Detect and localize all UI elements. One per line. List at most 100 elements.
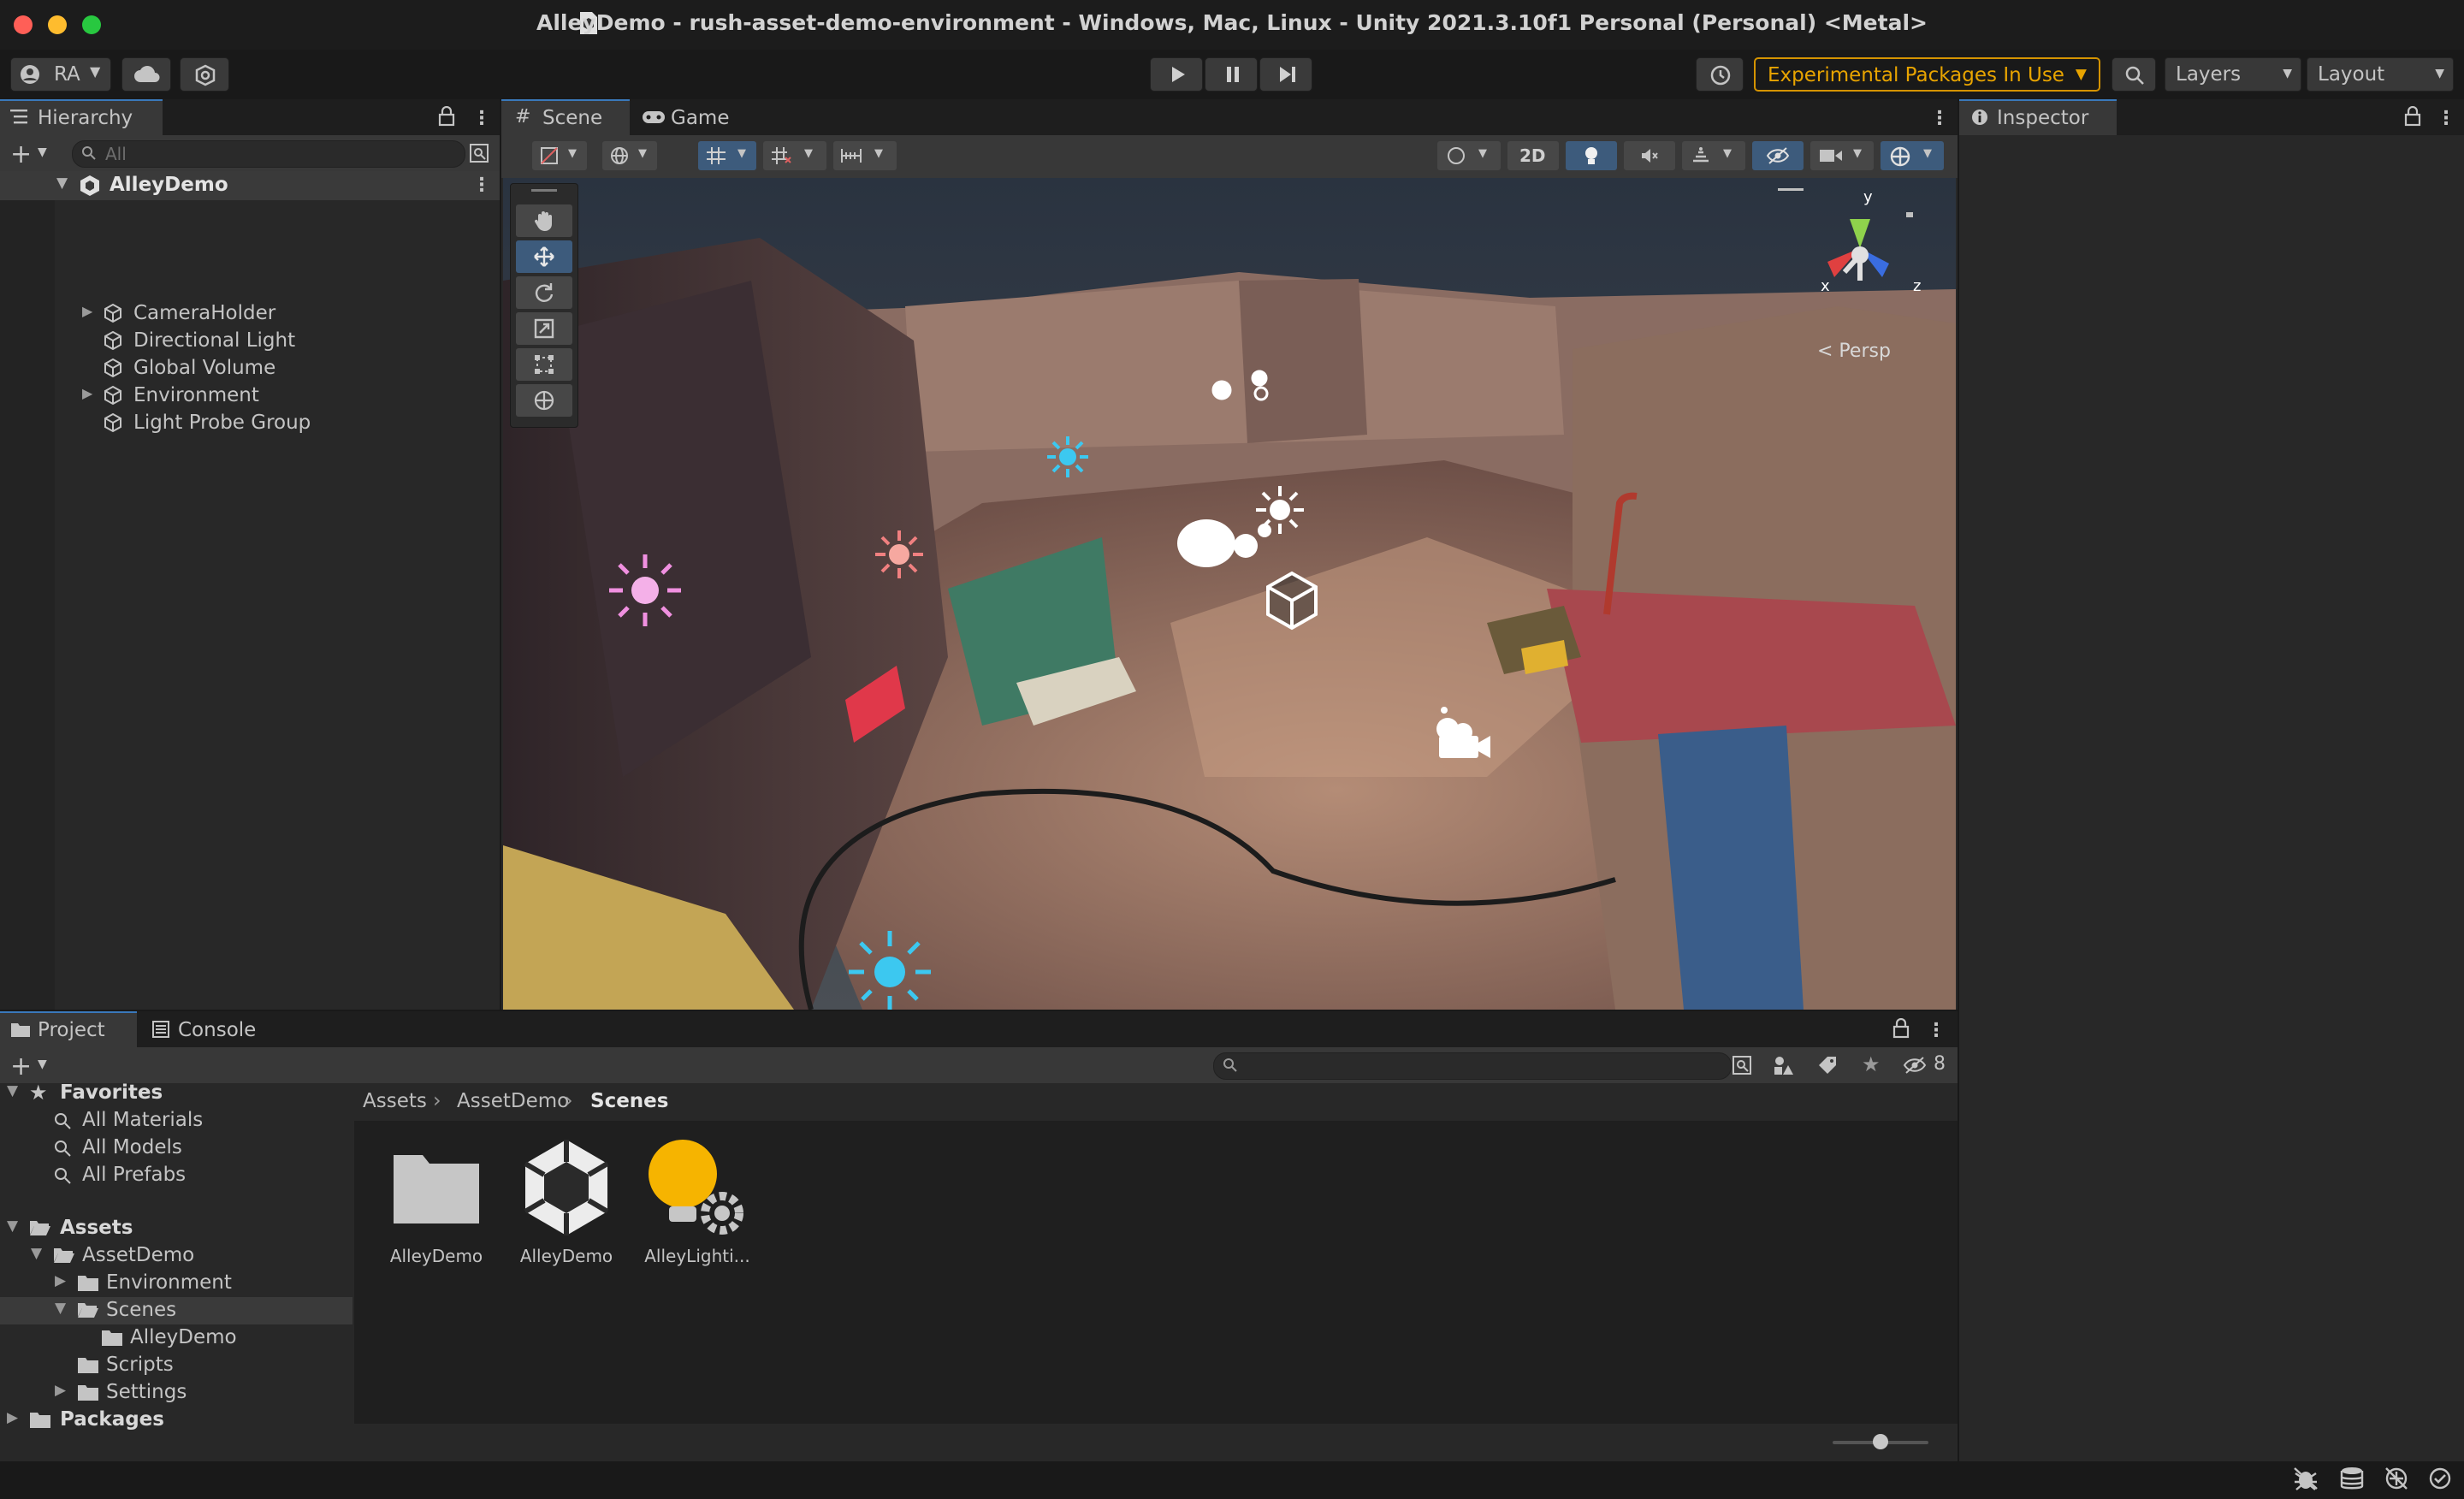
experimental-packages-dropdown[interactable]: Experimental Packages In Use ▼ — [1754, 57, 2100, 92]
shading-mode-dropdown[interactable]: ▼ — [1437, 141, 1501, 170]
tree-item-environment[interactable]: ▶ Environment — [0, 1270, 352, 1297]
collapsed-arrow-icon[interactable]: ▶ — [55, 1382, 66, 1399]
scene-viewport[interactable]: y x z < Persp — [503, 178, 1956, 1010]
tree-item-assetdemo[interactable]: ▼ AssetDemo — [0, 1242, 352, 1270]
tree-item-scenes[interactable]: ▼ Scenes — [0, 1297, 352, 1324]
favorite-item[interactable]: All Materials — [0, 1107, 352, 1135]
asset-label[interactable]: AlleyDemo — [372, 1246, 500, 1266]
tree-item-settings[interactable]: ▶ Settings — [0, 1379, 352, 1407]
cloud-button[interactable] — [121, 57, 171, 92]
camera-settings-dropdown[interactable]: ▼ — [1810, 141, 1874, 170]
point-light-gizmo-blue[interactable] — [849, 931, 931, 1010]
asset-scene-alleydemo[interactable] — [517, 1136, 616, 1235]
rotate-tool-button[interactable] — [516, 276, 572, 309]
play-button[interactable] — [1150, 57, 1203, 92]
asset-label[interactable]: AlleyLighti... — [633, 1246, 761, 1266]
gizmos-dropdown[interactable]: ▼ — [1881, 141, 1944, 170]
filter-by-label-icon[interactable] — [1817, 1055, 1838, 1075]
tab-game[interactable]: Game — [630, 99, 741, 135]
lock-icon[interactable] — [2404, 106, 2421, 127]
collapsed-arrow-icon[interactable]: ▶ — [82, 385, 92, 401]
globe-dropdown[interactable]: ▼ — [602, 141, 657, 170]
lock-icon[interactable] — [1892, 1018, 1910, 1039]
audio-toggle[interactable] — [1624, 141, 1675, 170]
point-light-gizmo-blue-small[interactable] — [1047, 436, 1088, 477]
tab-project[interactable]: Project — [0, 1011, 137, 1047]
debug-bug-icon[interactable] — [2293, 1466, 2319, 1490]
collapsed-arrow-icon[interactable]: ▶ — [82, 303, 92, 319]
view-tool-button[interactable] — [516, 204, 572, 237]
hidden-packages-icon[interactable] — [1903, 1055, 1927, 1075]
search-button[interactable] — [2112, 57, 2156, 92]
transform-tool-button[interactable] — [516, 384, 572, 417]
asset-label[interactable]: AlleyDemo — [502, 1246, 631, 1266]
collapsed-arrow-icon[interactable]: ▶ — [55, 1272, 66, 1289]
asset-lighting-settings[interactable] — [643, 1136, 751, 1239]
favorite-item[interactable]: All Models — [0, 1135, 352, 1162]
check-circle-icon[interactable] — [2428, 1466, 2452, 1490]
account-dropdown[interactable]: RA ▼ — [10, 57, 111, 92]
pause-button[interactable] — [1205, 57, 1258, 92]
favorite-item[interactable]: All Prefabs — [0, 1162, 352, 1189]
breadcrumb-assetdemo[interactable]: AssetDemo — [457, 1090, 569, 1112]
packages-row[interactable]: ▶ Packages — [0, 1407, 352, 1434]
grid-snap-toggle[interactable]: ▼ — [698, 141, 756, 170]
hierarchy-item[interactable]: ▶ CameraHolder — [0, 299, 498, 327]
layout-dropdown[interactable]: Layout ▼ — [2307, 57, 2454, 92]
hierarchy-item[interactable]: ▶ Environment — [0, 382, 498, 409]
draw-mode-dropdown[interactable]: ▼ — [532, 141, 587, 170]
expand-arrow-icon[interactable]: ▼ — [31, 1245, 42, 1262]
tree-item-scripts[interactable]: Scripts — [0, 1352, 352, 1379]
scale-tool-button[interactable] — [516, 312, 572, 345]
zoom-slider-thumb[interactable] — [1873, 1434, 1888, 1449]
auto-generate-lighting-icon[interactable] — [2384, 1466, 2409, 1490]
volume-cube-gizmo[interactable] — [1266, 571, 1318, 631]
breadcrumb-scenes[interactable]: Scenes — [590, 1090, 668, 1112]
lighting-toggle[interactable] — [1566, 141, 1617, 170]
tab-inspector[interactable]: Inspector — [1959, 99, 2117, 135]
asset-folder-alleydemo[interactable] — [387, 1143, 486, 1232]
expand-arrow-icon[interactable]: ▼ — [55, 1300, 66, 1317]
collab-button[interactable] — [180, 57, 229, 92]
filter-by-type-icon[interactable] — [1773, 1055, 1795, 1075]
tab-hierarchy[interactable]: Hierarchy — [0, 99, 163, 135]
layers-dropdown[interactable]: Layers ▼ — [2165, 57, 2301, 92]
expand-arrow-icon[interactable]: ▼ — [7, 1218, 18, 1235]
favorite-star-icon[interactable]: ★ — [1862, 1052, 1881, 1076]
zoom-slider[interactable] — [1833, 1434, 1928, 1449]
hierarchy-scene-row[interactable]: ▼ AlleyDemo ⋮ — [0, 171, 500, 200]
chevron-down-icon[interactable]: ▼ — [38, 145, 47, 159]
hierarchy-item[interactable]: Light Probe Group — [0, 409, 498, 436]
favorites-row[interactable]: ▼ ★ Favorites — [0, 1080, 352, 1107]
lock-icon[interactable] — [438, 106, 455, 127]
drag-handle[interactable] — [531, 189, 557, 192]
cache-server-icon[interactable] — [2339, 1466, 2365, 1490]
more-options-icon[interactable]: ⋮ — [1930, 108, 1949, 129]
snap-increment-dropdown[interactable]: ▼ — [763, 141, 826, 170]
2d-toggle[interactable]: 2D — [1507, 141, 1559, 170]
more-options-icon[interactable]: ⋮ — [2437, 108, 2455, 129]
history-button[interactable] — [1696, 57, 1744, 92]
point-light-gizmo-pink[interactable] — [609, 554, 681, 626]
add-icon[interactable]: + — [10, 139, 32, 169]
breadcrumb-assets[interactable]: Assets — [363, 1090, 427, 1112]
perspective-label[interactable]: < Persp — [1817, 341, 1891, 362]
more-options-icon[interactable]: ⋮ — [1927, 1020, 1946, 1041]
point-light-gizmo-red[interactable] — [875, 530, 923, 578]
more-options-icon[interactable]: ⋮ — [472, 108, 491, 129]
project-search-input[interactable] — [1213, 1052, 1732, 1080]
move-tool-button[interactable] — [516, 240, 572, 273]
expand-arrow-icon[interactable]: ▼ — [7, 1082, 18, 1099]
hierarchy-search-input[interactable]: All — [72, 140, 465, 168]
scene-visibility-icon[interactable] — [469, 143, 489, 163]
chevron-down-icon[interactable]: ▼ — [38, 1058, 47, 1071]
hierarchy-item[interactable]: Directional Light — [0, 327, 498, 354]
ruler-dropdown[interactable]: ▼ — [833, 141, 897, 170]
tab-scene[interactable]: # Scene — [501, 99, 630, 135]
more-options-icon[interactable]: ⋮ — [472, 175, 491, 196]
assets-row[interactable]: ▼ Assets — [0, 1215, 352, 1242]
step-button[interactable] — [1259, 57, 1312, 92]
tree-item-alleydemo-folder[interactable]: AlleyDemo — [0, 1324, 352, 1352]
effects-dropdown[interactable]: ▼ — [1682, 141, 1745, 170]
expand-arrow-icon[interactable]: ▼ — [56, 175, 68, 192]
